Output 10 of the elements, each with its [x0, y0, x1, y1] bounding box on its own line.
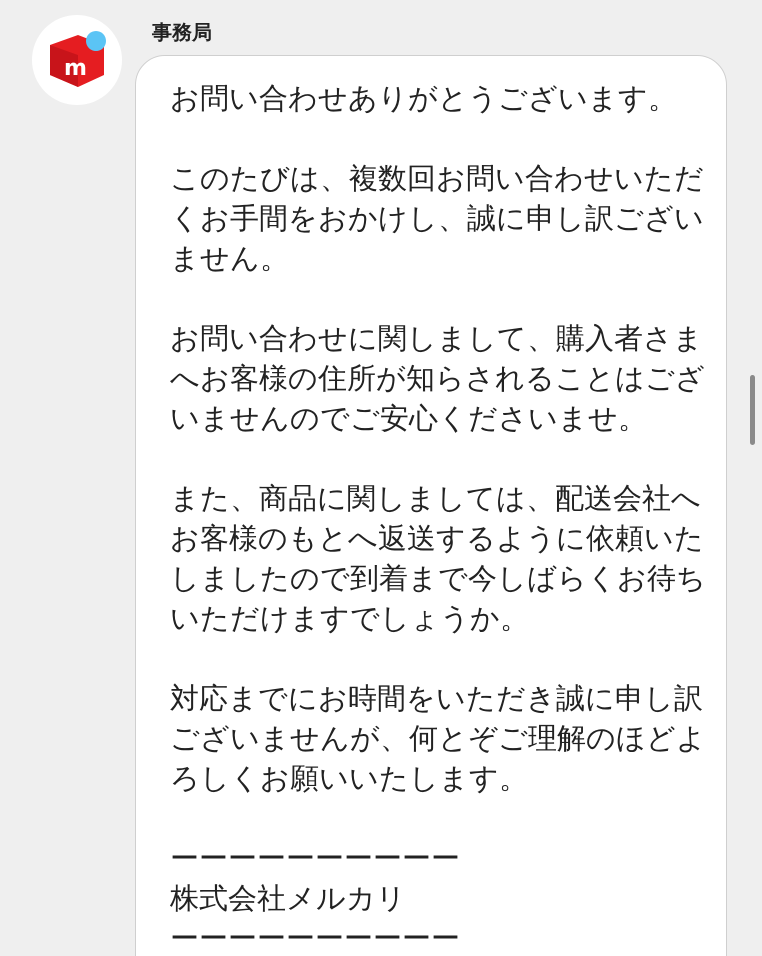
message-paragraph: ーーーーーーーーーー [170, 920, 461, 956]
message-paragraph: 対応までにお時間をいただき誠に申し訳ございませんが、何とぞご理解のほどよろしくお願いいたします。 [170, 680, 706, 797]
message-paragraph: また、商品に関しましては、配送会社へお客様のもとへ返送するように依頼いたしましたので到着まで今しばらくお待ちいただけますでしょうか。 [170, 480, 706, 637]
scrollbar [750, 375, 755, 445]
message-paragraph: ーーーーーーーーーー [170, 840, 461, 877]
message-paragraph: 株式会社メルカリ [170, 880, 407, 917]
sender-name: 事務局 [151, 19, 213, 46]
message-paragraph: お問い合わせありがとうございます。 [170, 80, 678, 117]
message-paragraph: このたびは、複数回お問い合わせいただくお手間をおかけし、誠に申し訳ございません。 [170, 160, 705, 277]
message-paragraph: お問い合わせに関しまして、購入者さまへお客様の住所が知らされることはございませんのでご安心くださいませ。 [170, 320, 706, 437]
